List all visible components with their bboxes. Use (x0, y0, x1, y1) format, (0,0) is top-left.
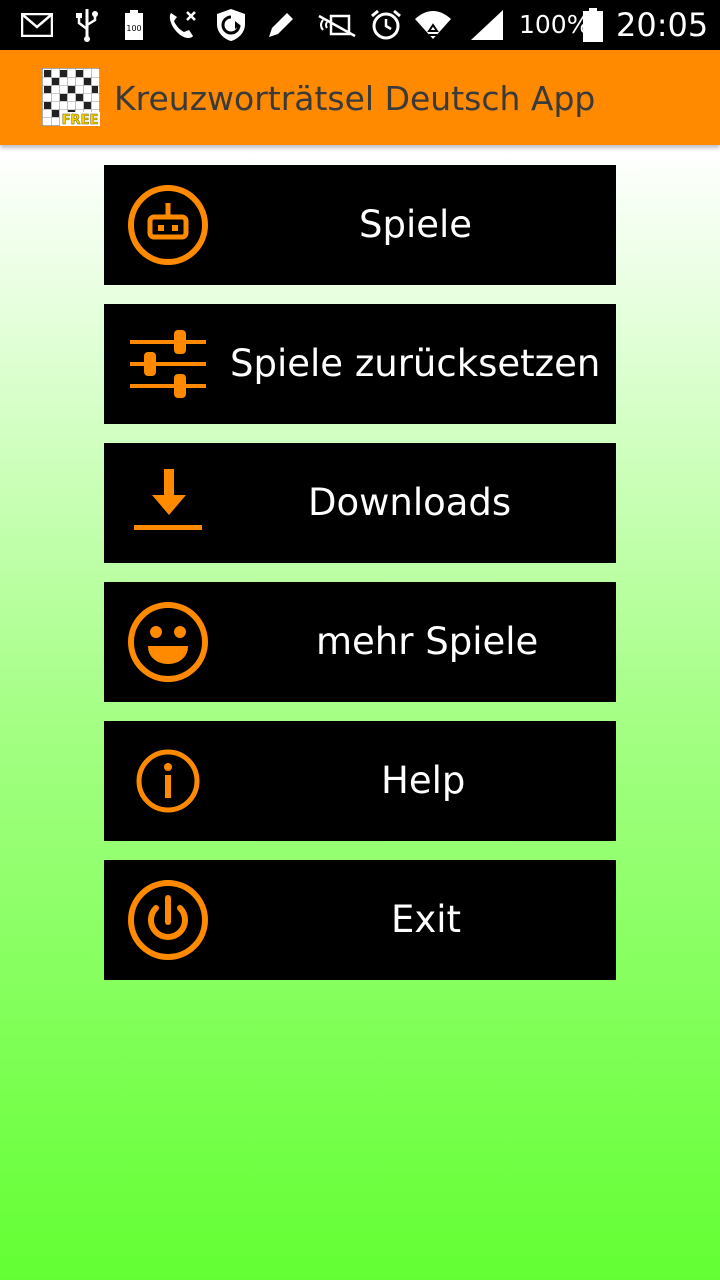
call-icon (164, 0, 200, 50)
exit-label: Exit (391, 898, 462, 941)
downloads-label: Downloads (308, 481, 512, 524)
mehr-spiele-button[interactable]: mehr Spiele (104, 582, 616, 702)
smiley-icon (126, 600, 210, 684)
battery-saver-icon: 100 (122, 0, 146, 50)
spiele-label: Spiele (359, 203, 473, 246)
help-label: Help (381, 759, 466, 802)
spiele-zuruecksetzen-button[interactable]: Spiele zurücksetzen (104, 304, 616, 424)
clock: 20:05 (616, 6, 709, 44)
battery-icon (582, 0, 604, 50)
help-button[interactable]: Help (104, 721, 616, 841)
app-title: Kreuzworträtsel Deutsch App (114, 79, 596, 118)
logo-badge: FREE (62, 113, 99, 126)
shield-icon (212, 0, 250, 50)
power-icon (126, 878, 210, 962)
app-bar: FREE Kreuzworträtsel Deutsch App (0, 50, 720, 145)
wifi-icon (412, 0, 454, 50)
svg-text:100: 100 (126, 24, 141, 33)
downloads-button[interactable]: Downloads (104, 443, 616, 563)
app-logo: FREE (41, 67, 101, 128)
sliders-icon (126, 322, 210, 406)
spiele-zuruecksetzen-label: Spiele zurücksetzen (230, 342, 601, 385)
status-bar: 100 100% 20:05 (0, 0, 720, 50)
nfc-icon (314, 0, 360, 50)
mehr-spiele-label: mehr Spiele (316, 620, 539, 663)
games-icon (126, 183, 210, 267)
email-icon (20, 0, 54, 50)
exit-button[interactable]: Exit (104, 860, 616, 980)
edit-icon (264, 0, 298, 50)
battery-percent: 100% (519, 10, 591, 39)
signal-icon (468, 0, 506, 50)
alarm-icon (368, 0, 404, 50)
download-icon (126, 461, 210, 545)
info-icon (126, 739, 210, 823)
spiele-button[interactable]: Spiele (104, 165, 616, 285)
usb-icon (74, 0, 100, 50)
